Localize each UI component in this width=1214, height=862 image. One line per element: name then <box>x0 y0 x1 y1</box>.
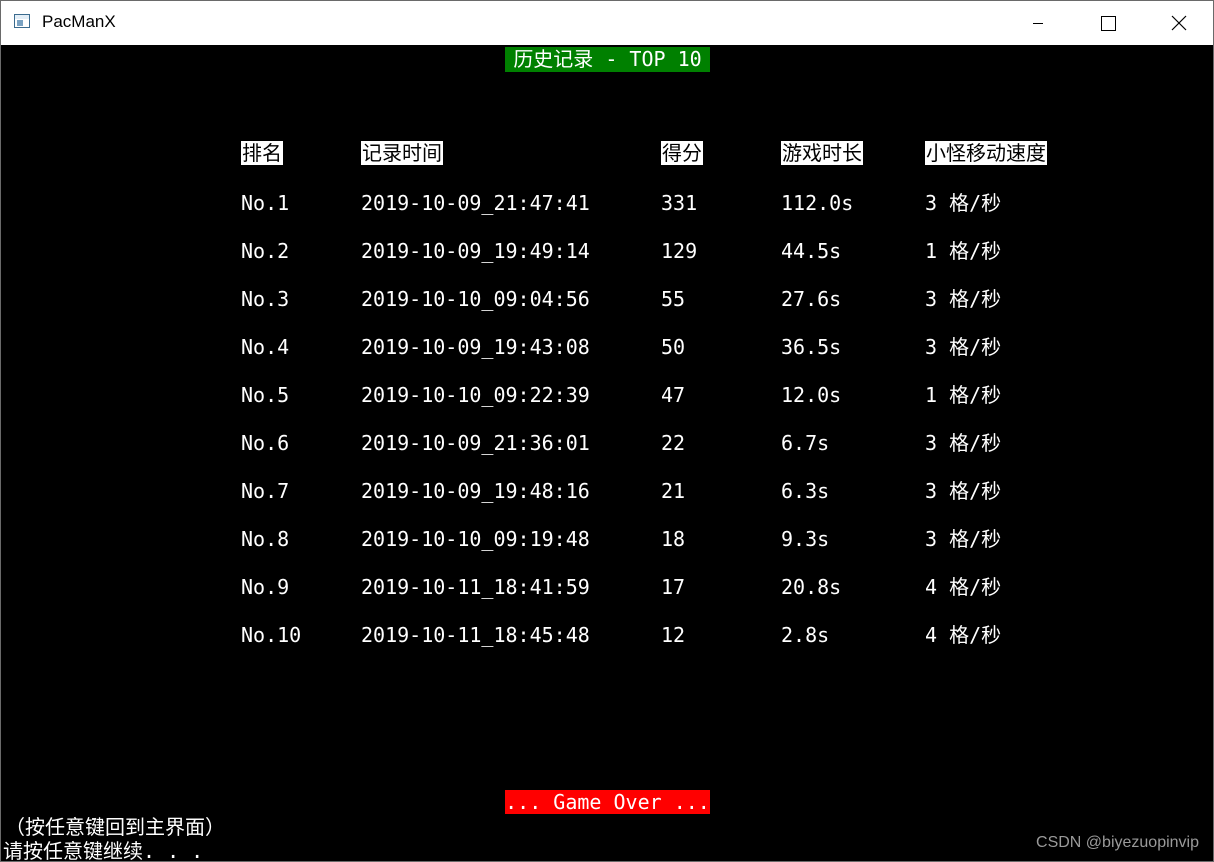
console-area[interactable]: 历史记录 - TOP 10 排名 记录时间 得分 游戏时长 小怪移动速度 No.… <box>1 45 1213 862</box>
close-button[interactable] <box>1143 1 1213 45</box>
cell-score: 50 <box>661 335 686 359</box>
header-speed: 小怪移动速度 <box>925 141 1047 165</box>
cell-time: 2019-10-09_19:43:08 <box>361 335 590 359</box>
minimize-icon <box>1033 23 1043 24</box>
cell-rank: No.6 <box>241 431 290 455</box>
cell-time: 2019-10-11_18:41:59 <box>361 575 590 599</box>
cell-score: 55 <box>661 287 686 311</box>
header-rank: 排名 <box>241 141 283 165</box>
header-time: 记录时间 <box>361 141 443 165</box>
window-title: PacManX <box>42 12 116 31</box>
cell-time: 2019-10-09_19:48:16 <box>361 479 590 503</box>
cell-speed: 1 格/秒 <box>925 383 1002 407</box>
cell-duration: 27.6s <box>781 287 842 311</box>
cell-speed: 3 格/秒 <box>925 431 1002 455</box>
cell-speed: 3 格/秒 <box>925 191 1002 215</box>
cell-duration: 112.0s <box>781 191 854 215</box>
cell-speed: 3 格/秒 <box>925 335 1002 359</box>
watermark: CSDN @biyezuopinvip <box>1036 834 1199 851</box>
close-icon <box>1171 15 1187 31</box>
cell-score: 21 <box>661 479 686 503</box>
cell-speed: 3 格/秒 <box>925 479 1002 503</box>
maximize-icon <box>1101 16 1116 31</box>
cell-duration: 20.8s <box>781 575 842 599</box>
cell-duration: 6.3s <box>781 479 830 503</box>
cell-score: 18 <box>661 527 686 551</box>
cell-rank: No.7 <box>241 479 290 503</box>
title-bar[interactable]: PacManX <box>1 1 1213 45</box>
cell-duration: 6.7s <box>781 431 830 455</box>
cell-score: 129 <box>661 239 698 263</box>
cell-score: 12 <box>661 623 686 647</box>
pacmanx-window: PacManX 历史记录 - TOP 10 排名 记录时间 得分 游戏时长 小怪… <box>0 0 1214 862</box>
hint-return-main: （按任意键回到主界面） <box>5 815 225 839</box>
cell-time: 2019-10-10_09:22:39 <box>361 383 590 407</box>
cell-rank: No.10 <box>241 623 302 647</box>
cell-speed: 1 格/秒 <box>925 239 1002 263</box>
cell-score: 22 <box>661 431 686 455</box>
cell-duration: 36.5s <box>781 335 842 359</box>
history-title: 历史记录 - TOP 10 <box>505 47 710 72</box>
cell-duration: 44.5s <box>781 239 842 263</box>
cell-time: 2019-10-09_21:36:01 <box>361 431 590 455</box>
cell-time: 2019-10-09_21:47:41 <box>361 191 590 215</box>
cell-time: 2019-10-09_19:49:14 <box>361 239 590 263</box>
cell-score: 331 <box>661 191 698 215</box>
cell-rank: No.8 <box>241 527 290 551</box>
header-score: 得分 <box>661 141 703 165</box>
minimize-button[interactable] <box>1003 1 1073 45</box>
cell-rank: No.5 <box>241 383 290 407</box>
cell-rank: No.3 <box>241 287 290 311</box>
cell-speed: 3 格/秒 <box>925 287 1002 311</box>
cell-time: 2019-10-10_09:04:56 <box>361 287 590 311</box>
cell-rank: No.4 <box>241 335 290 359</box>
cell-score: 47 <box>661 383 686 407</box>
cell-speed: 4 格/秒 <box>925 623 1002 647</box>
cell-duration: 12.0s <box>781 383 842 407</box>
cell-time: 2019-10-10_09:19:48 <box>361 527 590 551</box>
header-duration: 游戏时长 <box>781 141 863 165</box>
cell-speed: 3 格/秒 <box>925 527 1002 551</box>
cell-duration: 2.8s <box>781 623 830 647</box>
cell-duration: 9.3s <box>781 527 830 551</box>
game-over-banner: ... Game Over ... <box>505 790 710 814</box>
cell-rank: No.9 <box>241 575 290 599</box>
console-app-icon <box>14 14 30 28</box>
hint-press-any-key: 请按任意键继续. . . <box>3 839 204 862</box>
cell-speed: 4 格/秒 <box>925 575 1002 599</box>
maximize-button[interactable] <box>1073 1 1143 45</box>
cell-score: 17 <box>661 575 686 599</box>
cell-time: 2019-10-11_18:45:48 <box>361 623 590 647</box>
cell-rank: No.1 <box>241 191 290 215</box>
cell-rank: No.2 <box>241 239 290 263</box>
